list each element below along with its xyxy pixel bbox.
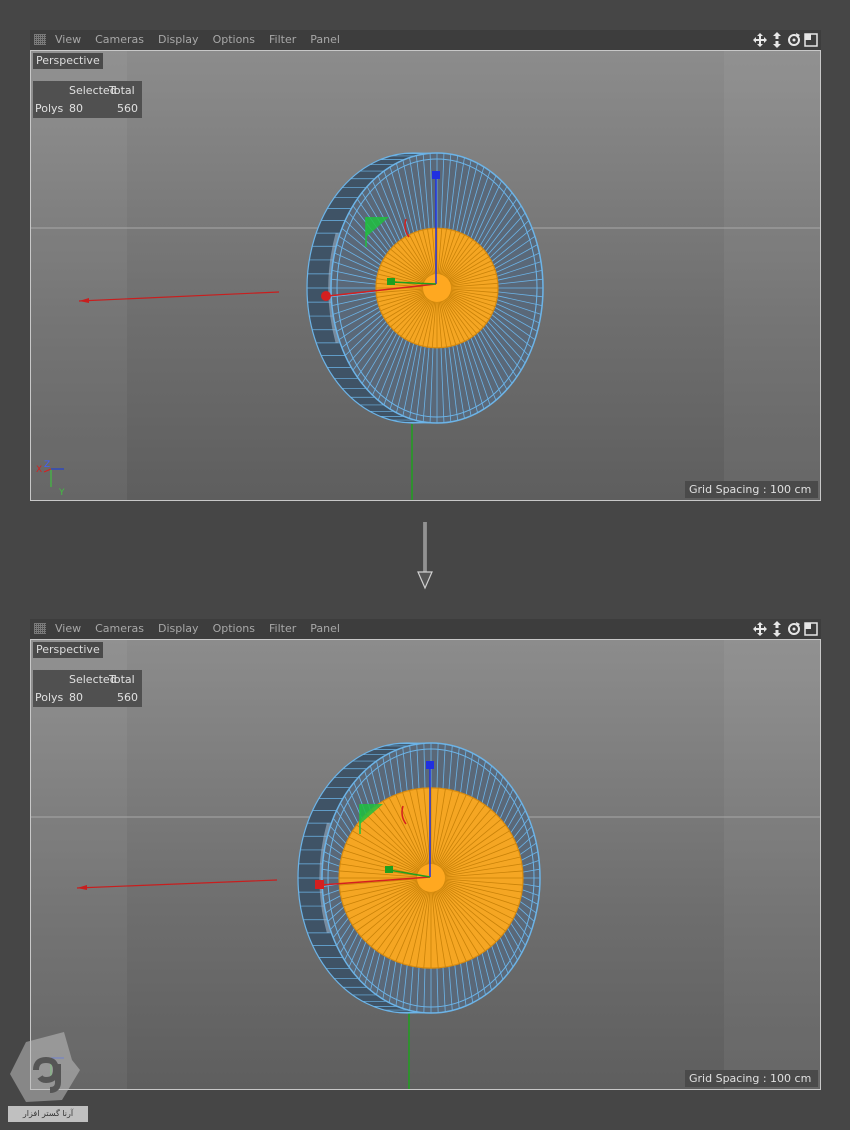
menu-options[interactable]: Options <box>213 33 255 46</box>
menu-cameras[interactable]: Cameras <box>95 33 144 46</box>
viewport-top[interactable]: View Cameras Display Options Filter Pane… <box>30 30 821 501</box>
scene-3d[interactable] <box>31 640 820 1089</box>
stats-header-total: Total <box>109 673 135 686</box>
poly-stats-panel: Selected Total Polys 80 560 <box>33 670 142 707</box>
viewport-bottom[interactable]: View Cameras Display Options Filter Pane… <box>30 619 821 1090</box>
grip-icon[interactable] <box>34 623 46 634</box>
viewport-canvas[interactable]: X Z Y Perspective Selected Total Polys 8… <box>30 50 821 501</box>
z-axis-handle <box>432 171 440 179</box>
menu-filter[interactable]: Filter <box>269 33 296 46</box>
stats-selected-value: 80 <box>69 102 83 115</box>
layout-toggle-icon[interactable] <box>803 31 819 49</box>
z-axis-handle <box>426 761 434 769</box>
axis-z-label: Z <box>44 460 50 470</box>
axis-x-label: X <box>36 465 42 475</box>
scene-3d[interactable]: X Z Y <box>31 51 820 500</box>
axis-orientation-icon: X Z Y <box>36 460 65 498</box>
menu-view[interactable]: View <box>55 622 81 635</box>
layout-toggle-icon[interactable] <box>803 620 819 638</box>
viewport-menubar: View Cameras Display Options Filter Pane… <box>30 30 821 50</box>
grip-icon[interactable] <box>34 34 46 45</box>
y-axis-handle <box>387 278 395 285</box>
menu-view[interactable]: View <box>55 33 81 46</box>
stats-row-label: Polys <box>35 691 64 704</box>
menu-cameras[interactable]: Cameras <box>95 622 144 635</box>
x-axis-handle <box>321 291 331 301</box>
stats-row-label: Polys <box>35 102 64 115</box>
y-axis-handle <box>385 866 393 873</box>
menu-panel[interactable]: Panel <box>310 622 340 635</box>
stats-total-value: 560 <box>117 102 138 115</box>
wheel-wireframe <box>306 152 544 424</box>
menu-options[interactable]: Options <box>213 622 255 635</box>
watermark-caption: آرنا گستر افزار <box>8 1106 88 1122</box>
rotate-view-icon[interactable] <box>786 620 802 638</box>
menu-display[interactable]: Display <box>158 33 199 46</box>
world-x-axis <box>78 291 280 302</box>
menu-display[interactable]: Display <box>158 622 199 635</box>
dolly-view-icon[interactable] <box>769 31 785 49</box>
rotate-view-icon[interactable] <box>786 31 802 49</box>
stats-total-value: 560 <box>117 691 138 704</box>
cylinder-object[interactable] <box>306 152 544 424</box>
stats-header-total: Total <box>109 84 135 97</box>
move-view-icon[interactable] <box>752 31 768 49</box>
x-axis-handle <box>315 880 324 889</box>
menu-filter[interactable]: Filter <box>269 622 296 635</box>
viewport-menubar: View Cameras Display Options Filter Pane… <box>30 619 821 639</box>
move-view-icon[interactable] <box>752 620 768 638</box>
menu-panel[interactable]: Panel <box>310 33 340 46</box>
viewport-canvas[interactable]: Perspective Selected Total Polys 80 560 … <box>30 639 821 1090</box>
world-x-axis <box>76 879 278 889</box>
grid-spacing-label: Grid Spacing : 100 cm <box>685 1070 818 1087</box>
stats-selected-value: 80 <box>69 691 83 704</box>
camera-label[interactable]: Perspective <box>33 642 103 658</box>
poly-stats-panel: Selected Total Polys 80 560 <box>33 81 142 118</box>
axis-y-label: Y <box>58 488 65 498</box>
camera-label[interactable]: Perspective <box>33 53 103 69</box>
grid-spacing-label: Grid Spacing : 100 cm <box>685 481 818 498</box>
dolly-view-icon[interactable] <box>769 620 785 638</box>
down-arrow-icon <box>417 522 433 590</box>
